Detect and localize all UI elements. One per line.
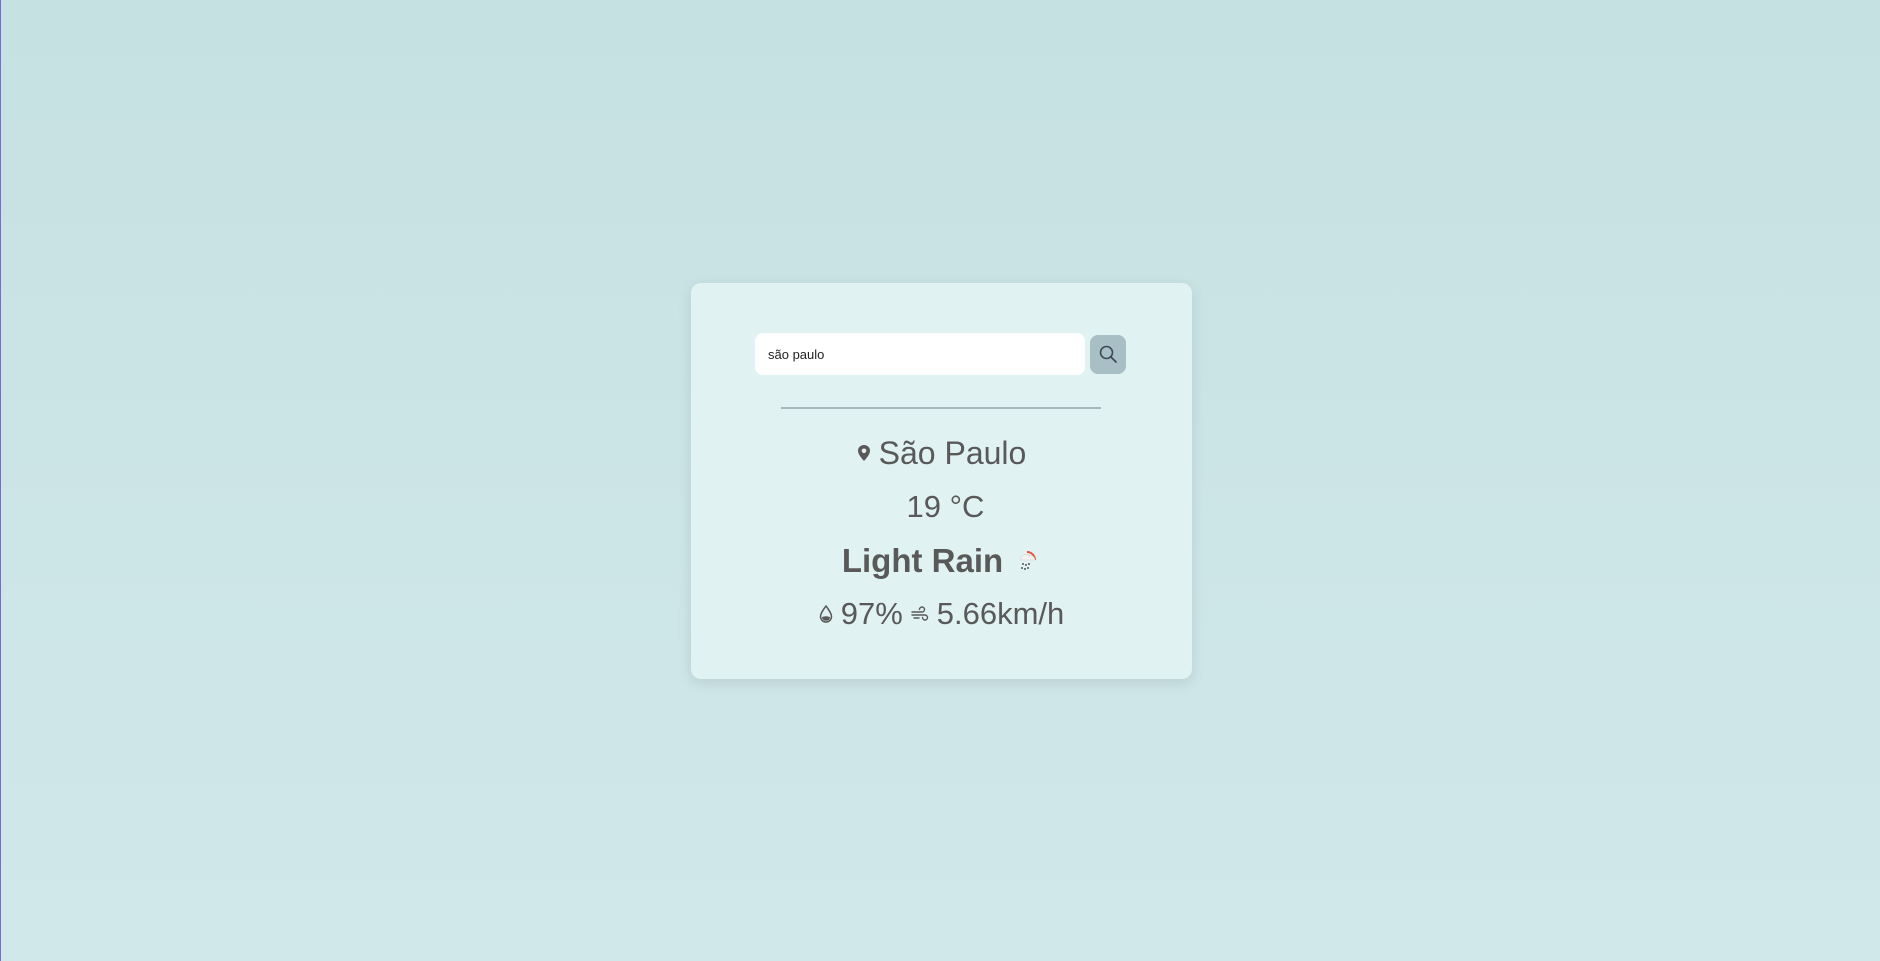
details-row: 97% 5.66km/h: [691, 592, 1192, 636]
location-row: São Paulo: [691, 433, 1192, 473]
humidity-value: 97%: [840, 596, 903, 631]
light-rain-icon: [1015, 547, 1041, 575]
weather-description: Light Rain: [841, 542, 1004, 579]
divider: [781, 407, 1101, 409]
temperature-row: 19 °C: [691, 487, 1192, 527]
weather-card: São Paulo 19 °C Light Rain: [691, 283, 1192, 679]
wind-speed-value: 5.66km/h: [936, 596, 1065, 631]
search-button[interactable]: [1090, 334, 1126, 374]
map-pin-icon: [857, 444, 871, 462]
search-icon: [1098, 344, 1118, 364]
water-drop-icon: [819, 605, 833, 623]
wind-icon: [911, 606, 929, 622]
search-input[interactable]: [755, 333, 1085, 375]
search-bar: [755, 333, 1126, 375]
city-name: São Paulo: [878, 434, 1027, 471]
temperature: 19 °C: [906, 489, 985, 524]
condition-row: Light Rain: [691, 539, 1192, 583]
